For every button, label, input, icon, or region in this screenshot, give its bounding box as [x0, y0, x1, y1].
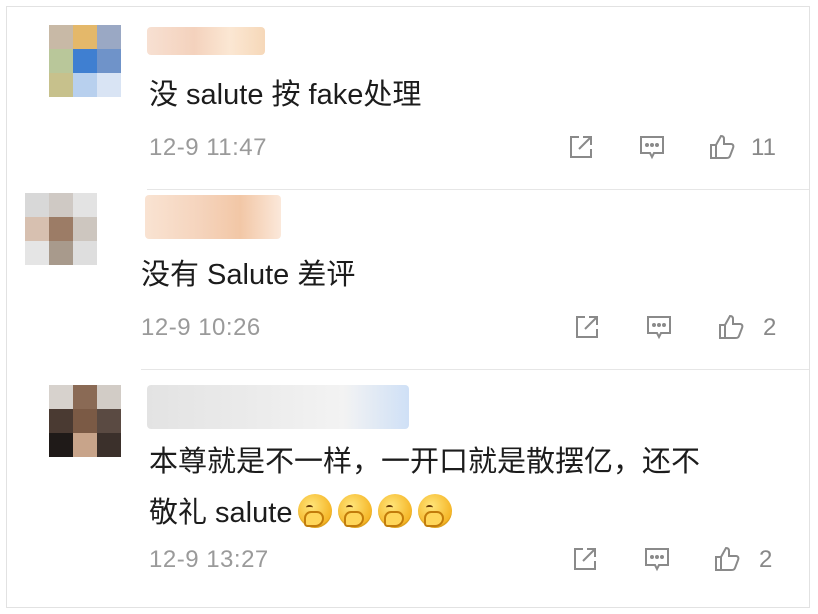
comment-time: 12-9 10:26	[141, 314, 261, 341]
username-blurred[interactable]	[147, 385, 409, 429]
share-icon[interactable]	[564, 130, 598, 164]
smirk-salute-emoji	[338, 494, 373, 528]
comment-text-line2: 敬礼 salute	[149, 497, 293, 529]
avatar[interactable]	[49, 385, 121, 457]
like-count: 11	[751, 134, 776, 161]
comment-text: 没有 Salute 差评	[141, 259, 356, 291]
divider	[147, 189, 809, 190]
thumbs-up-icon[interactable]	[710, 542, 744, 576]
smirk-salute-emoji	[298, 494, 333, 528]
smirk-salute-emoji	[378, 494, 413, 528]
username-blurred[interactable]	[145, 195, 281, 239]
avatar[interactable]	[49, 25, 121, 97]
comment-list: 没 salute 按 fake处理 12-9 11:47 11 没有 Salut…	[6, 6, 810, 608]
avatar[interactable]	[25, 193, 97, 265]
comment-text-continued: 敬礼 salute	[149, 491, 453, 535]
comment-time: 12-9 11:47	[149, 134, 267, 161]
like-count: 2	[763, 314, 777, 341]
username-blurred[interactable]	[147, 27, 265, 55]
comment-icon[interactable]	[635, 130, 669, 164]
like-count: 2	[759, 546, 773, 573]
thumbs-up-icon[interactable]	[705, 130, 739, 164]
comment-text: 没 salute 按 fake处理	[149, 79, 422, 111]
share-icon[interactable]	[568, 542, 602, 576]
emoji-group	[292, 494, 453, 529]
divider	[141, 369, 809, 370]
comment-icon[interactable]	[642, 310, 676, 344]
comment-time: 12-9 13:27	[149, 546, 269, 573]
thumbs-up-icon[interactable]	[714, 310, 748, 344]
smirk-salute-emoji	[418, 494, 453, 528]
share-icon[interactable]	[570, 310, 604, 344]
comment-icon[interactable]	[640, 542, 674, 576]
comment-text: 本尊就是不一样，一开口就是散摆亿，还不	[149, 446, 701, 478]
